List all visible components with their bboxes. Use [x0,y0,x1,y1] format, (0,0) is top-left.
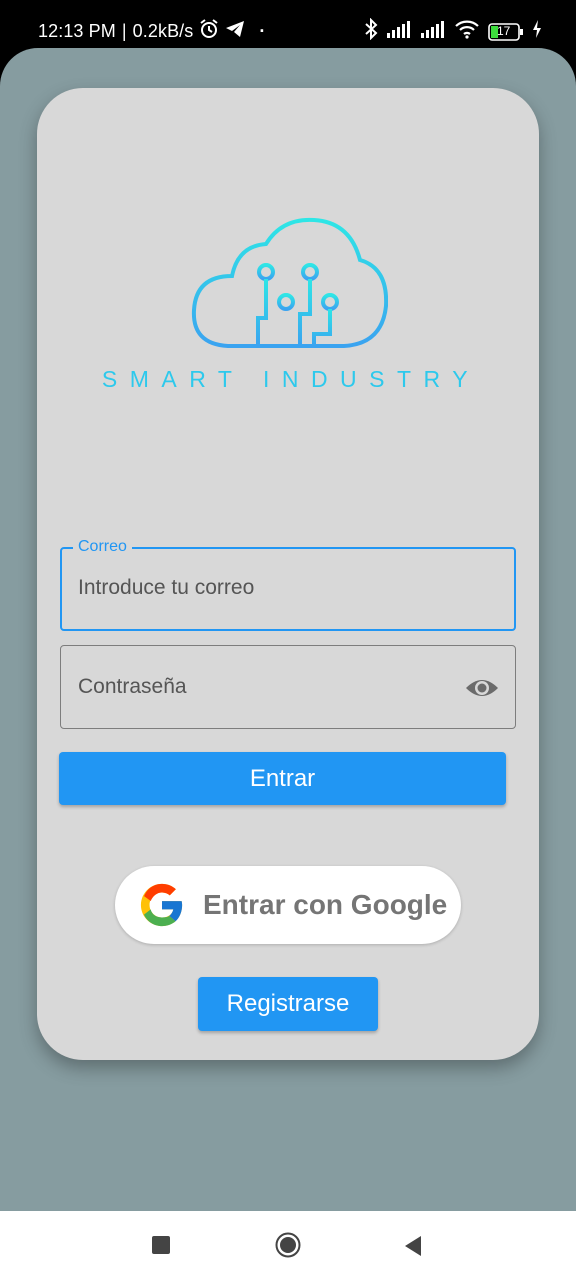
google-icon [139,882,185,928]
eye-icon[interactable] [465,674,499,702]
email-field[interactable]: Correo Introduce tu correo [60,538,516,631]
google-signin-button[interactable]: Entrar con Google [115,866,461,944]
system-nav-bar [0,1211,576,1280]
wifi-icon [454,19,480,44]
google-signin-label: Entrar con Google [203,889,448,920]
status-separator: | [121,21,127,41]
recent-apps-icon[interactable] [152,1236,170,1254]
cloud-circuit-icon [0,214,576,359]
register-button-label: Registrarse [226,990,350,1017]
login-button[interactable]: Entrar [59,752,506,805]
alarm-icon [199,19,219,44]
back-icon[interactable] [403,1235,423,1257]
signal-icon [420,19,446,44]
email-field-value[interactable]: Introduce tu correo [78,576,254,600]
password-field-value[interactable]: Contraseña [78,675,187,699]
home-icon[interactable] [275,1232,301,1258]
status-left: 12:13 PM | 0.2kB/s · [38,19,265,44]
brand-name: SMART INDUSTRY [101,366,481,392]
battery-icon: 17 [488,22,524,41]
register-button[interactable]: Registrarse [198,977,378,1031]
status-dot: · [259,21,266,41]
status-time: 12:13 PM [38,21,116,41]
status-net-speed: 0.2kB/s [132,21,194,41]
status-right: 17 [364,17,542,45]
login-button-label: Entrar [249,764,316,792]
password-field[interactable]: Contraseña [60,645,516,729]
bluetooth-icon [364,17,378,45]
email-field-label: Correo [73,538,132,556]
telegram-icon [225,20,245,43]
signal-icon [386,19,412,44]
charging-icon [532,20,542,43]
battery-level: 17 [497,23,511,38]
